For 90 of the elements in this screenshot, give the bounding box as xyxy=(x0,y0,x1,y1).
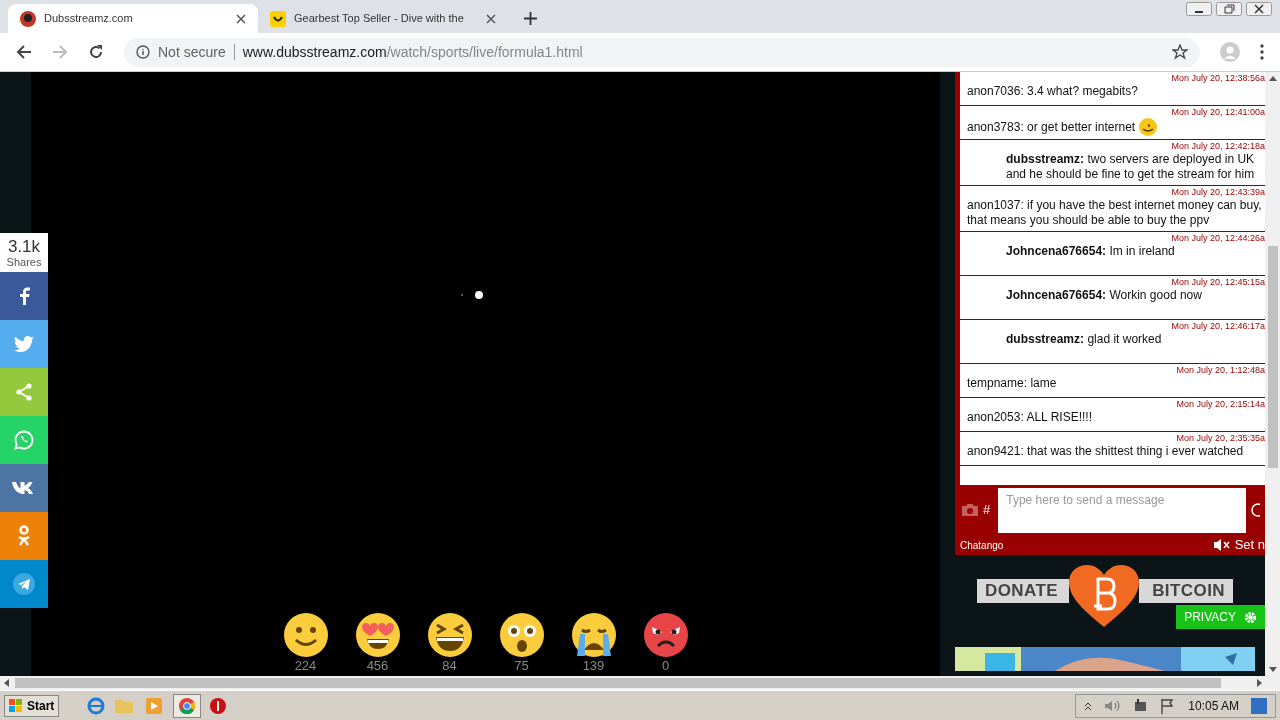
close-icon[interactable] xyxy=(236,13,246,24)
reaction-count: 456 xyxy=(366,658,389,674)
message-input[interactable]: Type here to send a message xyxy=(998,487,1247,533)
share-button[interactable] xyxy=(0,560,48,608)
bird-icon xyxy=(14,336,34,352)
chevron-up-icon[interactable] xyxy=(1084,700,1093,711)
muted-speaker-icon[interactable] xyxy=(1212,538,1231,552)
avatar-icon xyxy=(20,10,36,27)
speaker-icon[interactable] xyxy=(1104,698,1121,713)
scrollbar-thumb[interactable] xyxy=(1267,246,1278,468)
angry-face-icon[interactable] xyxy=(642,612,689,658)
browser-icon[interactable] xyxy=(87,696,106,715)
smile-logo-icon xyxy=(270,10,286,27)
message-time: Mon July 20, 12:38:56a xyxy=(1171,72,1265,84)
scroll-down-icon[interactable] xyxy=(1268,667,1277,672)
message-text: anon7036: 3.4 what? megabits? xyxy=(967,84,1138,99)
clock-time[interactable]: 10:05 AM xyxy=(1188,696,1239,715)
message-text: Johncena676654: Workin good now xyxy=(1006,288,1202,303)
message-time: Mon July 20, 12:44:26a xyxy=(1171,232,1265,244)
chat-brand[interactable]: Chatango xyxy=(960,537,1004,553)
chrome-icon xyxy=(179,697,196,714)
vk-icon xyxy=(12,481,36,495)
message-text: Johncena676654: Im in ireland xyxy=(1006,244,1175,259)
hashtag-button[interactable]: # xyxy=(983,500,991,520)
menu-icon[interactable] xyxy=(1260,44,1264,60)
start-button[interactable]: Start xyxy=(4,694,60,717)
message-time: Mon July 20, 12:41:00a xyxy=(1171,106,1265,118)
show-desktop-icon[interactable] xyxy=(1251,697,1267,714)
message-time: Mon July 20, 12:45:15a xyxy=(1171,276,1265,288)
url-text: www.dubsstreamz.com/watch/sports/live/formula1.html xyxy=(242,42,583,62)
scroll-right-icon[interactable] xyxy=(1257,679,1262,687)
message-text: anon2053: ALL RISE!!!! xyxy=(967,410,1092,425)
horizontal-scrollbar[interactable] xyxy=(0,676,1280,690)
paper-plane-icon xyxy=(13,573,35,595)
address-field[interactable]: Not secure www.dubsstreamz.com/watch/sports/live/formula1.html xyxy=(124,37,1200,67)
loading-spinner-icon xyxy=(458,290,483,300)
taskbar-app-button[interactable] xyxy=(173,693,202,718)
close-icon[interactable] xyxy=(1246,2,1272,16)
reaction-count: 75 xyxy=(514,658,529,674)
bitcoin-heart-icon xyxy=(1069,565,1139,627)
info-icon xyxy=(136,45,150,59)
figure-icon xyxy=(17,525,31,547)
share-button[interactable] xyxy=(0,272,48,320)
message-text: dubsstreamz: two servers are deployed in UK and he should be fine to get the stream for him xyxy=(1006,152,1256,182)
reaction-count: 84 xyxy=(442,658,457,674)
laughing-face-icon[interactable] xyxy=(426,612,473,658)
message-text: anon3783: or get better internet xyxy=(967,119,1136,135)
scroll-up-icon[interactable] xyxy=(1268,76,1277,81)
browser-tab[interactable]: Gearbest Top Seller - Dive with the xyxy=(258,4,508,33)
share-icon xyxy=(15,383,33,401)
message-text: anon1037: if you have the best internet money can buy, that means you should be able to buy the ppv xyxy=(967,198,1263,228)
security-label: Not secure xyxy=(158,42,226,62)
star-icon[interactable] xyxy=(1172,44,1188,60)
back-icon[interactable] xyxy=(16,44,32,60)
smiling-face-icon[interactable] xyxy=(282,612,329,658)
message-time: Mon July 20, 12:46:17a xyxy=(1171,320,1265,332)
reload-icon[interactable] xyxy=(88,44,104,60)
crying-face-icon[interactable] xyxy=(570,612,617,658)
reaction-count: 139 xyxy=(582,658,605,674)
stop-sign-icon[interactable] xyxy=(209,696,228,715)
bitcoin-label[interactable]: BITCOIN xyxy=(1139,579,1233,603)
vertical-scrollbar[interactable] xyxy=(1265,72,1280,676)
message-time: Mon July 20, 12:43:39a xyxy=(1171,186,1265,198)
reaction-count: 0 xyxy=(661,658,670,674)
heart-eyes-face-icon[interactable] xyxy=(354,612,401,658)
sound-setting-label[interactable]: Set n xyxy=(1234,535,1265,555)
message-text: tempname: lame xyxy=(967,376,1057,391)
message-text: anon9421: that was the shittest thing i ever watched xyxy=(967,444,1244,459)
message-time: Mon July 20, 2:35:35a xyxy=(1176,432,1265,444)
message-time: Mon July 20, 1:12:48a xyxy=(1176,364,1265,376)
scroll-left-icon[interactable] xyxy=(4,679,9,687)
network-icon[interactable] xyxy=(1132,697,1149,714)
message-time: Mon July 20, 2:15:14a xyxy=(1176,398,1265,410)
phone-bubble-icon xyxy=(14,430,34,450)
new-tab-icon[interactable] xyxy=(524,12,537,25)
gear-icon xyxy=(1244,610,1257,624)
close-icon[interactable] xyxy=(486,13,496,24)
browser-tab[interactable]: Dubsstreamz.com xyxy=(8,4,258,33)
reaction-count: 224 xyxy=(294,658,317,674)
message-time: Mon July 20, 12:42:18a xyxy=(1171,140,1265,152)
minimize-icon[interactable] xyxy=(1186,2,1212,16)
tab-title: Dubsstreamz.com xyxy=(44,11,134,27)
message-text: dubsstreamz: glad it worked xyxy=(1006,332,1162,347)
donate-label[interactable]: DONATE xyxy=(977,579,1069,603)
winking-face-icon xyxy=(1139,118,1158,136)
facebook-icon xyxy=(18,287,30,305)
surprised-face-icon[interactable] xyxy=(498,612,545,658)
windows-logo-icon xyxy=(9,698,23,713)
tab-title: Gearbest Top Seller - Dive with the xyxy=(294,11,465,27)
share-button[interactable] xyxy=(0,464,48,512)
